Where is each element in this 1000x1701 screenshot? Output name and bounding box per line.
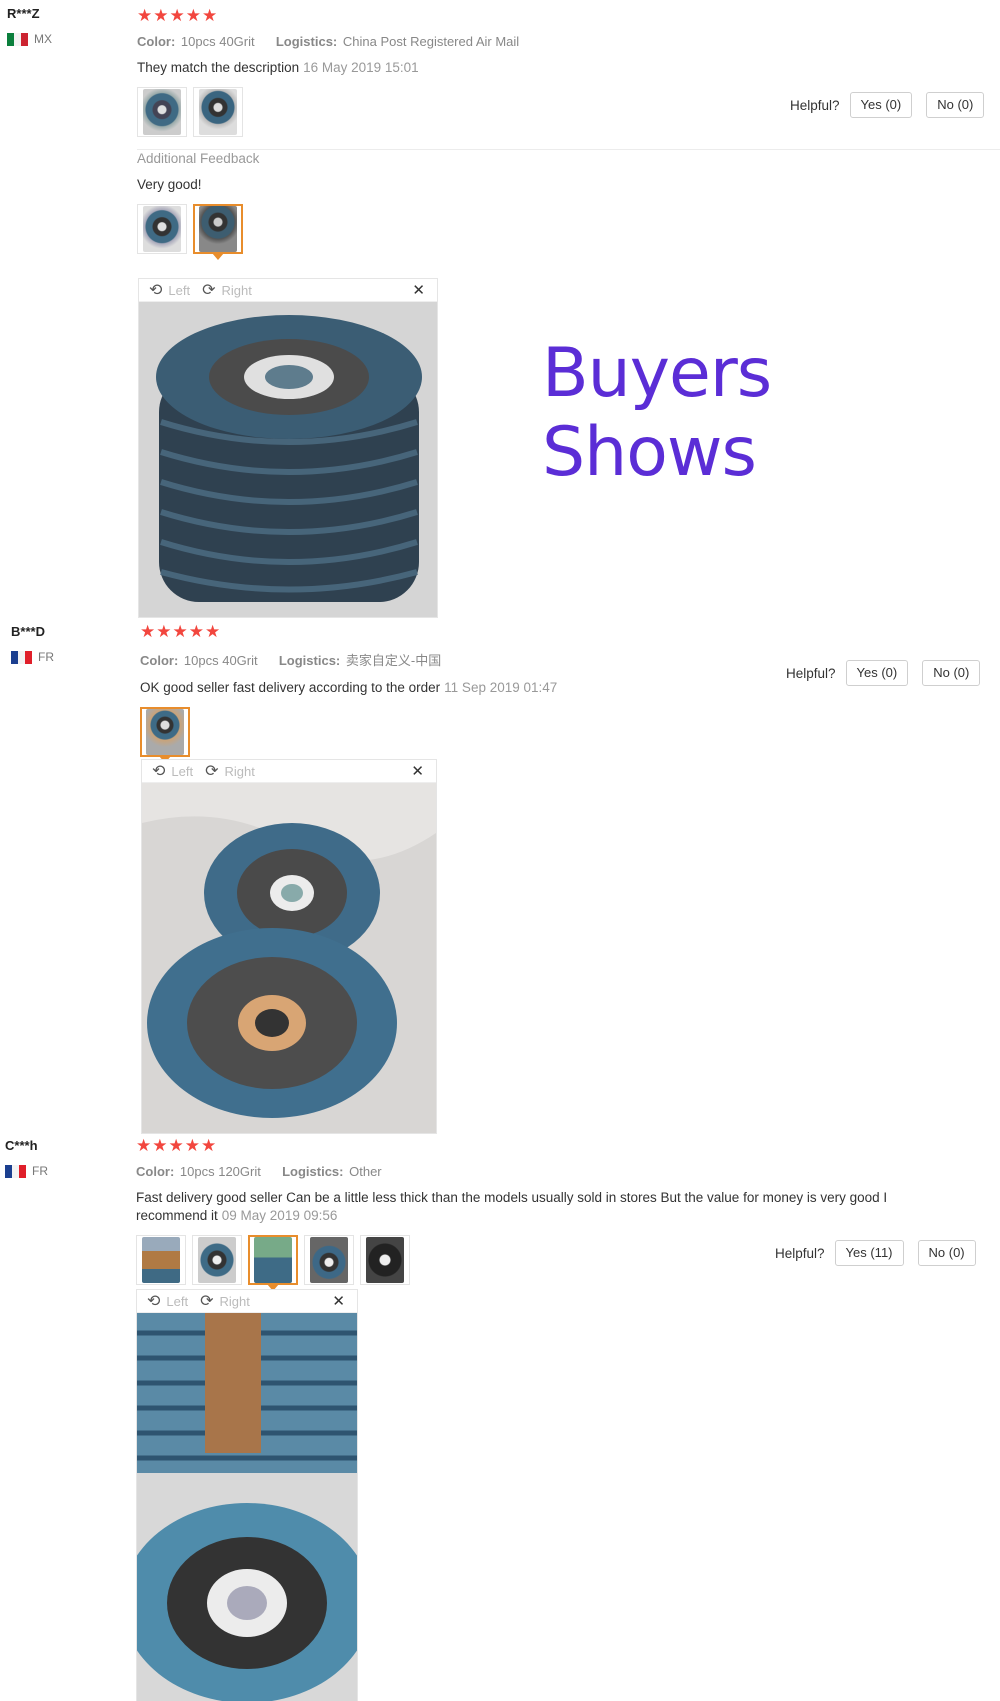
reviewer-country: FR: [5, 1164, 48, 1178]
additional-feedback-text: Very good!: [137, 177, 202, 192]
reviewer-name: B***D: [11, 624, 45, 639]
review-photo-thumb-selected[interactable]: [140, 707, 190, 763]
reviewer-name: R***Z: [7, 6, 40, 21]
rotate-left-label: Left: [168, 282, 191, 298]
review-photo-thumb-selected[interactable]: [248, 1235, 298, 1291]
review-date: 11 Sep 2019 01:47: [444, 680, 558, 695]
review-meta: Color: 10pcs 120Grit Logistics: Other: [136, 1164, 1000, 1179]
france-flag-icon: [5, 1164, 26, 1178]
viewer-toolbar: ⟲ Left ⟳ Right ✕: [137, 1290, 357, 1313]
review-1: R***Z MX ★★★★★ Color: 10pcs 40Grit Logis…: [0, 0, 1000, 620]
reviewer-country: FR: [11, 650, 54, 664]
helpful-yes-button[interactable]: Yes (0): [849, 92, 913, 118]
rotate-right-icon[interactable]: ⟳: [202, 280, 215, 300]
helpful-yes-button[interactable]: Yes (11): [834, 1240, 904, 1266]
helpful-yes-button[interactable]: Yes (0): [845, 660, 909, 686]
review-photo: [139, 302, 437, 617]
review-content: ★★★★★ Color: 10pcs 40Grit Logistics: 卖家自…: [140, 622, 1000, 763]
star-rating: ★★★★★: [136, 1136, 218, 1155]
rotate-left-label: Left: [166, 1293, 189, 1309]
logistics-label: Logistics:: [275, 34, 338, 49]
color-value: 10pcs 40Grit: [183, 653, 258, 668]
rotate-right-label: Right: [224, 763, 255, 779]
color-label: Color:: [137, 34, 176, 49]
review-photo-thumb[interactable]: [136, 1235, 186, 1285]
review-text: OK good seller fast delivery according t…: [140, 680, 558, 695]
photo-viewer: ⟲ Left ⟳ Right ✕: [141, 759, 437, 1134]
rotate-left-icon[interactable]: ⟲: [149, 280, 162, 300]
logistics-value: Other: [349, 1164, 382, 1179]
helpful-label: Helpful?: [786, 665, 836, 681]
reviewer-country: MX: [7, 32, 52, 46]
helpful-label: Helpful?: [775, 1245, 825, 1261]
review-photo-thumb[interactable]: [360, 1235, 410, 1285]
review-thumbnails: [140, 707, 1000, 763]
review-meta: Color: 10pcs 40Grit Logistics: China Pos…: [137, 34, 1000, 49]
logistics-label: Logistics:: [278, 653, 341, 668]
review-2: B***D FR ★★★★★ Color: 10pcs 40Grit Logis…: [0, 618, 1000, 1134]
review-text: Fast delivery good seller Can be a littl…: [136, 1190, 888, 1223]
review-3: C***h FR ★★★★★ Color: 10pcs 120Grit Logi…: [0, 1132, 1000, 1701]
logistics-value: 卖家自定义-中国: [345, 653, 442, 668]
mexico-flag-icon: [7, 32, 28, 46]
helpful-votes: Helpful? Yes (0) No (0): [786, 660, 981, 686]
rotate-right-label: Right: [219, 1293, 250, 1309]
close-icon[interactable]: ✕: [412, 281, 425, 299]
additional-feedback-label: Additional Feedback: [137, 151, 260, 166]
reviewer-name: C***h: [5, 1138, 38, 1153]
flap-disc-stack-image: [139, 302, 437, 617]
viewer-toolbar: ⟲ Left ⟳ Right ✕: [139, 279, 437, 302]
helpful-no-button[interactable]: No (0): [926, 92, 985, 118]
review-photo-thumb[interactable]: [137, 204, 187, 254]
review-photo-thumb[interactable]: [137, 87, 187, 137]
helpful-label: Helpful?: [790, 97, 840, 113]
country-code: MX: [34, 32, 52, 46]
color-label: Color:: [140, 653, 179, 668]
review-photo-thumb-selected[interactable]: [193, 204, 243, 260]
review-text: They match the description 16 May 2019 15…: [137, 60, 419, 75]
review-photo-thumb[interactable]: [193, 87, 243, 137]
review-photo-thumb[interactable]: [192, 1235, 242, 1285]
star-rating: ★★★★★: [137, 6, 219, 25]
helpful-no-button[interactable]: No (0): [917, 1240, 976, 1266]
logistics-value: China Post Registered Air Mail: [342, 34, 520, 49]
review-content: ★★★★★ Color: 10pcs 40Grit Logistics: Chi…: [137, 6, 1000, 260]
two-flap-discs-image: [142, 783, 436, 1133]
measured-disc-stack-image: [137, 1313, 357, 1701]
helpful-votes: Helpful? Yes (11) No (0): [775, 1240, 976, 1266]
france-flag-icon: [11, 650, 32, 664]
rotate-left-icon[interactable]: ⟲: [152, 761, 165, 781]
helpful-no-button[interactable]: No (0): [922, 660, 981, 686]
star-rating: ★★★★★: [140, 622, 222, 641]
country-code: FR: [38, 650, 54, 664]
photo-viewer: ⟲ Left ⟳ Right ✕: [138, 278, 438, 618]
close-icon[interactable]: ✕: [332, 1292, 345, 1310]
rotate-right-label: Right: [221, 282, 252, 298]
review-photo: [137, 1313, 357, 1701]
rotate-left-icon[interactable]: ⟲: [147, 1291, 160, 1311]
divider: [137, 149, 1000, 150]
rotate-right-icon[interactable]: ⟳: [205, 761, 218, 781]
color-label: Color:: [136, 1164, 175, 1179]
color-value: 10pcs 120Grit: [179, 1164, 261, 1179]
helpful-votes: Helpful? Yes (0) No (0): [790, 92, 985, 118]
color-value: 10pcs 40Grit: [180, 34, 255, 49]
additional-thumbnails: [137, 204, 1000, 260]
rotate-left-label: Left: [171, 763, 194, 779]
close-icon[interactable]: ✕: [411, 762, 424, 780]
rotate-right-icon[interactable]: ⟳: [200, 1291, 213, 1311]
review-photo: [142, 783, 436, 1133]
review-date: 09 May 2019 09:56: [221, 1208, 338, 1223]
viewer-toolbar: ⟲ Left ⟳ Right ✕: [142, 760, 436, 783]
review-photo-thumb[interactable]: [304, 1235, 354, 1285]
photo-viewer: ⟲ Left ⟳ Right ✕: [136, 1289, 358, 1701]
logistics-label: Logistics:: [282, 1164, 344, 1179]
review-date: 16 May 2019 15:01: [303, 60, 419, 75]
country-code: FR: [32, 1164, 48, 1178]
